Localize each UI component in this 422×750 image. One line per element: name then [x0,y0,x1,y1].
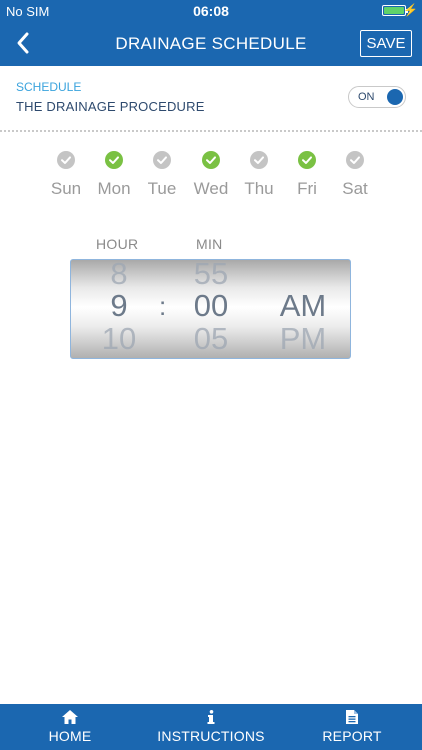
tab-label: INSTRUCTIONS [157,728,265,744]
charging-icon: ⚡ [403,3,418,17]
hour-selected[interactable]: 9 [101,288,137,324]
day-wed[interactable]: Wed [187,150,235,199]
procedure-label: THE DRAINAGE PROCEDURE [16,99,205,114]
tab-report[interactable]: REPORT [282,704,422,750]
day-label: Mon [97,179,131,198]
info-icon [207,710,215,724]
schedule-toggle[interactable]: ON [348,86,406,108]
tab-home[interactable]: HOME [0,704,140,750]
day-fri[interactable]: Fri [283,150,331,199]
tab-bar: HOME INSTRUCTIONS REPORT [0,704,422,750]
day-label: Fri [297,179,317,198]
day-label: Sat [342,179,368,198]
time-picker[interactable]: 8 9 10 : 55 00 05 AM PM [70,259,351,359]
toggle-label: ON [358,91,375,103]
min-selected[interactable]: 00 [183,288,239,324]
period-selected[interactable]: AM [271,288,335,324]
day-label: Wed [193,179,229,198]
status-bar: No SIM 06:08 ⚡ [0,0,422,22]
day-label: Sun [50,179,82,198]
day-label: Thu [244,179,274,198]
schedule-label: SCHEDULE [16,80,82,94]
dotted-divider [0,130,422,132]
min-header: MIN [196,236,223,252]
day-label: Tue [147,179,177,198]
nav-bar: DRAINAGE SCHEDULE SAVE [0,22,422,66]
save-button[interactable]: SAVE [360,30,412,57]
home-icon [62,710,78,724]
day-selector: Sun Mon Tue Wed Thu Fri Sat [42,150,380,210]
day-tue[interactable]: Tue [138,150,186,199]
time-separator: : [159,291,167,321]
tab-label: HOME [48,728,92,744]
period-next[interactable]: PM [271,321,335,357]
document-icon [346,710,358,724]
time-picker-headers: HOUR MIN [0,236,422,254]
check-icon [250,151,268,169]
tab-label: REPORT [322,728,382,744]
day-thu[interactable]: Thu [235,150,283,199]
check-icon [346,151,364,169]
day-sat[interactable]: Sat [331,150,379,199]
day-mon[interactable]: Mon [90,150,138,199]
min-next[interactable]: 05 [183,321,239,357]
check-icon [202,151,220,169]
page-title: DRAINAGE SCHEDULE [115,34,307,53]
check-icon [57,151,75,169]
status-time: 06:08 [193,3,229,19]
tab-instructions[interactable]: INSTRUCTIONS [140,704,282,750]
check-icon [153,151,171,169]
hour-header: HOUR [96,236,139,252]
schedule-section: SCHEDULE THE DRAINAGE PROCEDURE ON [0,66,422,130]
day-sun[interactable]: Sun [42,150,90,199]
check-icon [105,151,123,169]
toggle-knob [387,89,403,105]
check-icon [298,151,316,169]
hour-next[interactable]: 10 [91,321,147,357]
